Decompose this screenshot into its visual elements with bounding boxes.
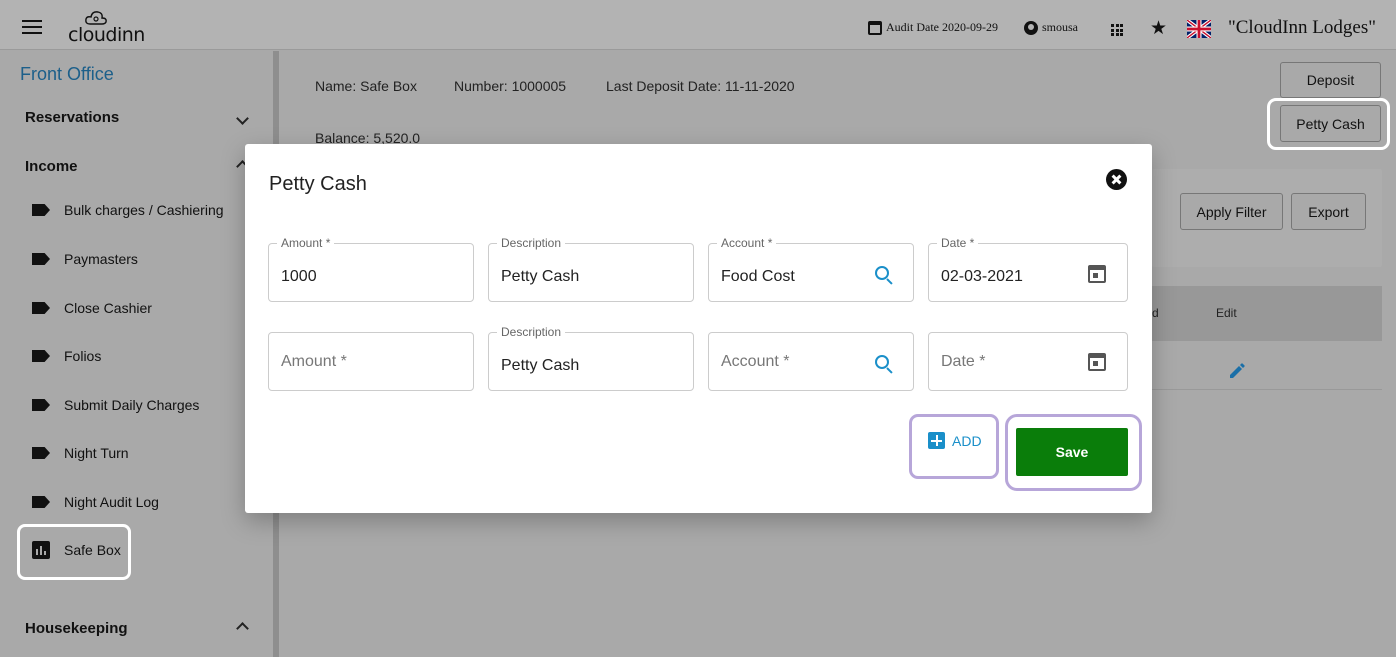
table-header [1152,286,1382,341]
label-icon [32,302,50,314]
petty-cash-dialog: Petty Cash Amount * 1000 Description Pet… [245,144,1152,513]
date-value: 02-03-2021 [941,268,1023,285]
cloudinn-logo[interactable]: cloudinn [68,10,145,46]
section-income[interactable]: Income [25,158,78,175]
amount-placeholder: Amount * [281,353,347,370]
dialog-title: Petty Cash [269,173,367,195]
table-row-divider [1152,389,1382,390]
description-label: Description [497,236,566,250]
account-circle-icon [1024,20,1038,35]
petty-cash-highlight [1267,98,1390,150]
audit-date-text: Audit Date 2020-09-29 [886,20,998,34]
apps-grid-icon[interactable] [1111,24,1123,36]
sidebar-item-bulk-charges[interactable]: Bulk charges / Cashiering [32,202,224,218]
date-field[interactable]: Date * [928,332,1128,391]
date-label: Date * [937,236,979,250]
logo-text: cloudinn [68,24,145,46]
sidebar-item-close-cashier[interactable]: Close Cashier [32,300,152,316]
date-field[interactable]: Date * 02-03-2021 [928,236,1128,302]
safe-box-number: Number: 1000005 [454,78,567,94]
account-value: Food Cost [721,268,795,285]
apply-filter-button[interactable]: Apply Filter [1180,193,1283,230]
amount-field[interactable]: Amount * [268,332,474,391]
label-icon [32,496,50,508]
sidebar-item-label: Night Turn [64,445,129,461]
last-deposit-date: Last Deposit Date: 11-11-2020 [606,78,795,94]
sidebar-item-folios[interactable]: Folios [32,348,101,364]
sidebar-item-submit-daily-charges[interactable]: Submit Daily Charges [32,397,199,413]
chevron-down-icon[interactable] [236,112,249,125]
menu-icon[interactable] [22,20,42,34]
label-icon [32,253,50,265]
description-value: Petty Cash [501,268,580,285]
top-bar: cloudinn Audit Date 2020-09-29 smousa ★ … [0,0,1396,50]
sidebar-item-label: Night Audit Log [64,494,159,510]
column-header-edit: Edit [1216,306,1237,320]
column-header-partial: d [1152,306,1159,320]
sidebar-item-label: Submit Daily Charges [64,397,200,413]
description-label: Description [497,325,566,339]
sidebar-item-night-audit-log[interactable]: Night Audit Log [32,494,159,510]
label-icon [32,399,50,411]
search-icon[interactable] [875,266,889,280]
safe-box-name: Name: Safe Box [315,78,417,94]
audit-date: Audit Date 2020-09-29 [868,20,998,35]
export-button[interactable]: Export [1291,193,1366,230]
close-icon[interactable] [1106,169,1127,190]
add-highlight [909,414,999,479]
username: smousa [1042,20,1078,34]
deposit-button[interactable]: Deposit [1280,62,1381,98]
star-icon[interactable]: ★ [1150,17,1167,40]
amount-field[interactable]: Amount * 1000 [268,236,474,302]
label-icon [32,350,50,362]
account-field[interactable]: Account * [708,332,914,391]
label-icon [32,447,50,459]
account-field[interactable]: Account * Food Cost [708,236,914,302]
calendar-icon[interactable] [1088,353,1106,371]
save-highlight [1005,414,1142,491]
sidebar-item-paymasters[interactable]: Paymasters [32,251,138,267]
chevron-up-icon[interactable] [236,622,249,635]
calendar-icon[interactable] [1088,265,1106,283]
hotel-name[interactable]: "CloudInn Lodges" [1228,17,1376,39]
section-housekeeping[interactable]: Housekeeping [25,620,128,637]
uk-flag-icon[interactable] [1187,20,1211,38]
date-placeholder: Date * [941,353,986,370]
description-field[interactable]: Description Petty Cash [488,325,694,391]
label-icon [32,204,50,216]
description-value: Petty Cash [501,357,580,374]
sidebar-title: Front Office [20,64,114,84]
account-placeholder: Account * [721,353,790,370]
sidebar: Front Office Reservations Income Bulk ch… [0,51,273,657]
sidebar-item-label: Close Cashier [64,300,152,316]
description-field[interactable]: Description Petty Cash [488,236,694,302]
section-reservations[interactable]: Reservations [25,109,119,126]
calendar-icon [868,20,882,35]
amount-value: 1000 [281,268,317,285]
sidebar-item-label: Paymasters [64,251,138,267]
sidebar-item-label: Bulk charges / Cashiering [64,202,224,218]
amount-label: Amount * [277,236,335,250]
sidebar-item-label: Folios [64,348,102,364]
safe-box-highlight [17,524,131,580]
sidebar-item-night-turn[interactable]: Night Turn [32,445,129,461]
search-icon[interactable] [875,355,889,369]
edit-pencil-icon[interactable] [1227,361,1247,381]
user-menu[interactable]: smousa [1024,20,1078,35]
account-label: Account * [717,236,777,250]
